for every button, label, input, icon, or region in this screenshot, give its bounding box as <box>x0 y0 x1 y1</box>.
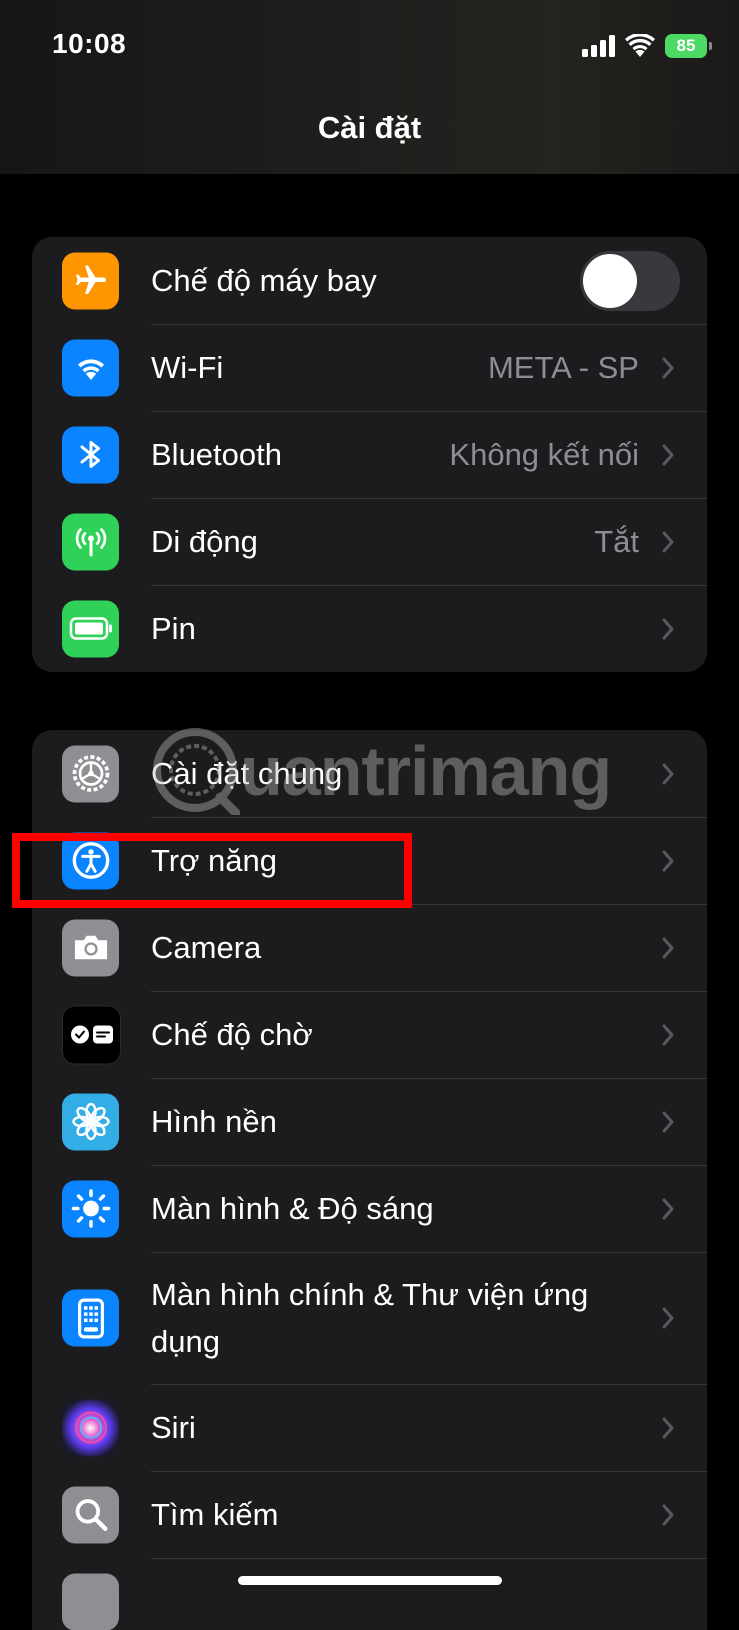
settings-label: Siri <box>151 1410 196 1445</box>
settings-value: Tắt <box>594 523 639 559</box>
settings-label: Tìm kiếm <box>151 1497 279 1532</box>
chevron-right-icon <box>662 763 674 784</box>
page-title: Cài đặt <box>317 110 422 145</box>
airplane-icon <box>62 252 119 309</box>
siri-icon <box>62 1399 119 1456</box>
settings-label: Wi-Fi <box>151 350 224 385</box>
navigation-header: 10:08 85 Cài đặt <box>0 0 739 174</box>
standby-icon <box>62 1005 121 1064</box>
cellular-signal-icon <box>582 35 615 57</box>
settings-label: Chế độ chờ <box>151 1017 313 1052</box>
phone-grid-icon <box>62 1289 119 1347</box>
chevron-right-icon <box>662 937 674 958</box>
settings-label: Cài đặt chung <box>151 756 343 791</box>
settings-label: Màn hình & Độ sáng <box>151 1191 434 1226</box>
settings-row-wallpaper[interactable]: Hình nền <box>32 1078 707 1165</box>
sun-icon <box>62 1180 119 1237</box>
antenna-icon <box>62 513 119 570</box>
status-icons: 85 <box>582 33 712 59</box>
chevron-right-icon <box>662 850 674 871</box>
chevron-right-icon <box>662 1307 674 1329</box>
partial-icon <box>62 1573 119 1630</box>
settings-label: Màn hình chính & Thư viện ứng dụng <box>151 1277 589 1359</box>
battery-icon <box>62 600 119 657</box>
settings-row-next <box>32 1558 707 1630</box>
settings-label: Bluetooth <box>151 437 282 472</box>
airplane-mode-toggle[interactable] <box>580 250 680 311</box>
settings-row-general[interactable]: Cài đặt chung <box>32 730 707 817</box>
settings-row-airplane: Chế độ máy bay <box>32 237 707 324</box>
wifi-status-icon <box>625 34 655 57</box>
settings-row-display[interactable]: Màn hình & Độ sáng <box>32 1165 707 1252</box>
chevron-right-icon <box>662 357 674 378</box>
camera-icon <box>62 919 119 976</box>
chevron-right-icon <box>662 1024 674 1045</box>
settings-row-cellular[interactable]: Di động Tắt <box>32 498 707 585</box>
chevron-right-icon <box>662 1417 674 1438</box>
settings-row-camera[interactable]: Camera <box>32 904 707 991</box>
battery-percent: 85 <box>676 36 696 55</box>
settings-row-homescreen[interactable]: Màn hình chính & Thư viện ứng dụng <box>32 1252 707 1384</box>
chevron-right-icon <box>662 618 674 639</box>
search-icon <box>62 1486 119 1543</box>
chevron-right-icon <box>662 1111 674 1132</box>
flower-icon <box>62 1093 119 1150</box>
home-indicator[interactable] <box>238 1576 502 1585</box>
settings-label: Hình nền <box>151 1104 277 1139</box>
settings-value: Không kết nối <box>449 436 639 472</box>
wifi-icon <box>62 339 119 396</box>
connectivity-group: Chế độ máy bay Wi-Fi META - SP Bluetooth… <box>32 237 707 672</box>
chevron-right-icon <box>662 1504 674 1525</box>
chevron-right-icon <box>662 531 674 552</box>
settings-label: Pin <box>151 611 196 646</box>
settings-value: META - SP <box>487 349 639 385</box>
settings-row-standby[interactable]: Chế độ chờ <box>32 991 707 1078</box>
settings-row-search[interactable]: Tìm kiếm <box>32 1471 707 1558</box>
chevron-right-icon <box>662 1198 674 1219</box>
chevron-right-icon <box>662 444 674 465</box>
battery-status-icon: 85 <box>665 34 712 58</box>
settings-row-siri[interactable]: Siri <box>32 1384 707 1471</box>
gear-icon <box>62 745 119 802</box>
highlight-box <box>12 833 412 908</box>
settings-row-bluetooth[interactable]: Bluetooth Không kết nối <box>32 411 707 498</box>
settings-row-battery[interactable]: Pin <box>32 585 707 672</box>
status-time: 10:08 <box>52 28 127 59</box>
settings-label: Chế độ máy bay <box>151 263 377 298</box>
settings-label: Camera <box>151 930 262 965</box>
toggle-knob <box>583 253 637 308</box>
settings-label: Di động <box>151 524 258 559</box>
bluetooth-icon <box>62 426 119 483</box>
settings-row-wifi[interactable]: Wi-Fi META - SP <box>32 324 707 411</box>
